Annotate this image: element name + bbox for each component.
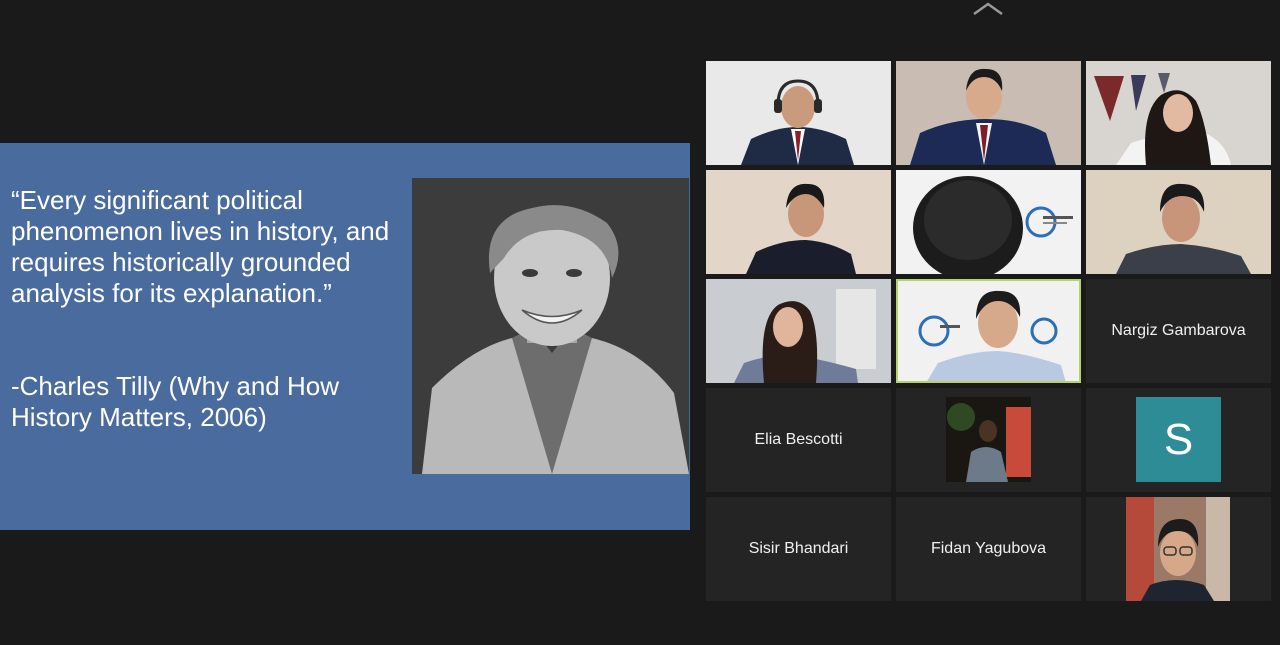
participant-video-tile[interactable]	[896, 61, 1081, 165]
participant-name: Sisir Bhandari	[748, 540, 849, 557]
participant-name: Nargiz Gambarova	[1111, 322, 1246, 339]
zoom-meeting-window: “Every significant political phenomenon …	[0, 0, 1280, 645]
participant-gallery: Nargiz Gambarova Elia Bescotti S Sisir B…	[706, 61, 1271, 601]
participant-video-tile[interactable]	[706, 61, 891, 165]
participant-video-tile[interactable]	[1086, 170, 1271, 274]
participant-video-tile[interactable]	[706, 170, 891, 274]
slide-attribution: -Charles Tilly (Why and How History Matt…	[11, 371, 339, 432]
participant-tile-profile-photo[interactable]	[896, 388, 1081, 492]
participant-video-tile[interactable]	[706, 279, 891, 383]
participant-tile-elia-bescotti[interactable]: Elia Bescotti	[706, 388, 891, 492]
participant-video-tile[interactable]	[896, 170, 1081, 274]
participant-tile-fidan-yagubova[interactable]: Fidan Yagubova	[896, 497, 1081, 601]
participant-name: Elia Bescotti	[754, 431, 843, 448]
participant-video-tile-active-speaker[interactable]	[896, 279, 1081, 383]
participant-name: Fidan Yagubova	[930, 540, 1047, 557]
participant-video	[1126, 497, 1230, 601]
portrait-photo	[412, 178, 689, 474]
participant-video-tile[interactable]	[1086, 497, 1271, 601]
chevron-up-icon[interactable]	[970, 0, 1006, 18]
participant-tile-avatar[interactable]: S	[1086, 388, 1271, 492]
avatar: S	[1136, 397, 1221, 482]
shared-screen-slide: “Every significant political phenomenon …	[0, 143, 690, 530]
profile-picture	[946, 397, 1031, 482]
participant-tile-nargiz-gambarova[interactable]: Nargiz Gambarova	[1086, 279, 1271, 383]
slide-quote: “Every significant political phenomenon …	[11, 185, 390, 308]
participant-video-tile[interactable]	[1086, 61, 1271, 165]
participant-tile-sisir-bhandari[interactable]: Sisir Bhandari	[706, 497, 891, 601]
